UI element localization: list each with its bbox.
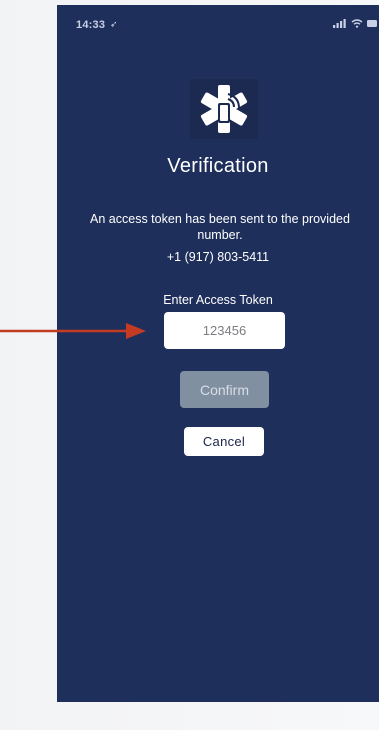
status-time: 14:33 <box>76 19 106 31</box>
verification-message: An access token has been sent to the pro… <box>90 212 350 242</box>
cellular-signal-icon <box>333 19 346 28</box>
status-bar: 14:33 ➶ <box>57 5 379 45</box>
location-arrow-icon: ➶ <box>110 19 118 29</box>
access-token-input[interactable] <box>164 312 285 349</box>
status-icons <box>333 19 377 28</box>
medical-star-phone-icon <box>200 85 248 133</box>
app-logo <box>190 79 258 139</box>
cancel-button[interactable]: Cancel <box>184 427 264 456</box>
access-token-label: Enter Access Token <box>163 293 273 307</box>
phone-screen: 14:33 ➶ Verification An access token has… <box>57 5 379 702</box>
phone-number: +1 (917) 803-5411 <box>166 250 270 264</box>
red-arrow-icon <box>0 323 146 339</box>
wifi-icon <box>351 19 363 28</box>
battery-icon <box>367 20 377 27</box>
confirm-button[interactable]: Confirm <box>180 371 269 408</box>
page-title: Verification <box>167 155 269 177</box>
screenshot-stage: 14:33 ➶ Verification An access token has… <box>0 0 379 730</box>
